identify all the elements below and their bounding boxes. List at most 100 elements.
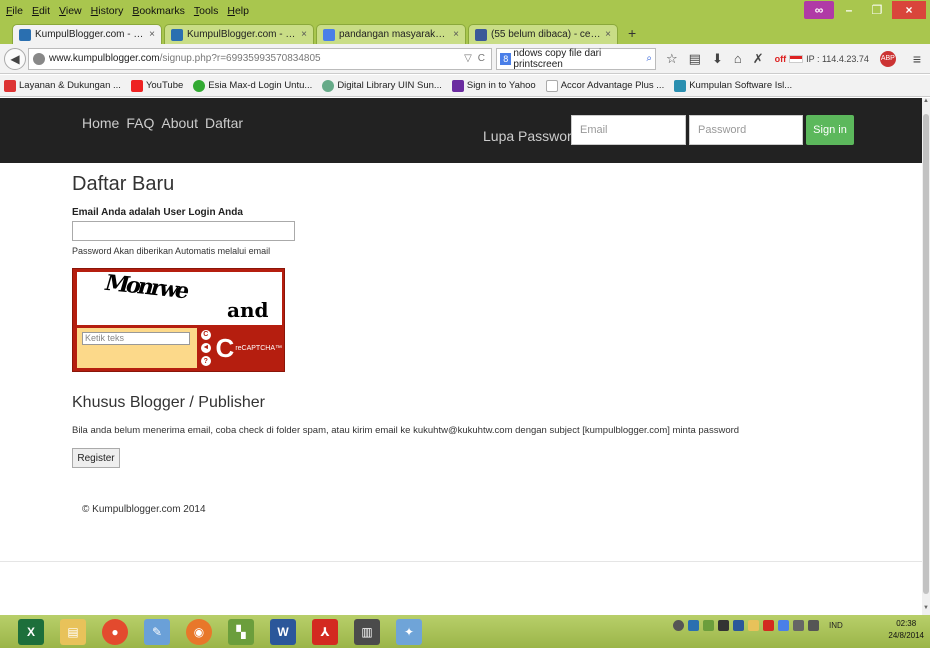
pdf-icon[interactable]: ⅄: [312, 618, 338, 645]
tab-pandangan[interactable]: pandangan masyarakat ten... ×: [316, 24, 466, 44]
project-icon[interactable]: ▚: [228, 618, 254, 645]
bookmarks-menu-icon[interactable]: ▤: [689, 51, 701, 67]
downloads-icon[interactable]: ⬇: [712, 51, 723, 67]
tab-strip: KumpulBlogger.com - Jari... × KumpulBlog…: [0, 22, 930, 44]
email-label: Email Anda adalah User Login Anda: [72, 207, 243, 218]
tab-kumpulblogger-1[interactable]: KumpulBlogger.com - Jari... ×: [12, 24, 162, 44]
captcha-help-icon[interactable]: ?: [200, 356, 211, 367]
kumpulan-software-icon: [674, 79, 687, 92]
tab-label: pandangan masyarakat ten...: [339, 29, 450, 40]
menu-bookmarks[interactable]: Bookmarks: [132, 5, 185, 17]
bookmark-kumpulan-software[interactable]: Kumpulan Software Isl...: [674, 79, 793, 92]
mustache-icon[interactable]: ∞: [804, 1, 834, 19]
bookmark-yahoo[interactable]: Sign in to Yahoo: [451, 79, 536, 92]
kumpulblogger-favicon-icon: [19, 28, 31, 41]
menu-edit[interactable]: Edit: [32, 5, 50, 17]
tray-app-icon[interactable]: [718, 620, 729, 631]
site-identity-icon[interactable]: [33, 52, 45, 65]
bookmark-label: YouTube: [145, 80, 184, 91]
google-search-engine-icon[interactable]: 8: [500, 52, 512, 65]
tab-close-icon[interactable]: ×: [149, 29, 155, 40]
copyright: © Kumpulblogger.com 2014: [82, 504, 206, 515]
bookmark-esia[interactable]: Esia Max-d Login Untu...: [193, 79, 312, 92]
captcha-reload-icon[interactable]: C: [200, 329, 211, 340]
lupa-password-link[interactable]: Lupa Password: [483, 128, 580, 144]
password-note: Password Akan diberikan Automatis melalu…: [72, 246, 271, 256]
nav-about[interactable]: About: [161, 115, 198, 131]
home-icon[interactable]: ⌂: [734, 51, 742, 66]
reader-icon[interactable]: ▥: [354, 618, 380, 645]
page-icon: [545, 79, 558, 92]
scroll-up-icon[interactable]: ▲: [922, 98, 930, 108]
tab-close-icon[interactable]: ×: [605, 29, 611, 40]
menu-bar: File Edit View History Bookmarks Tools H…: [0, 5, 249, 17]
tray-app-icon[interactable]: [748, 620, 759, 631]
close-window-button[interactable]: ×: [892, 1, 926, 19]
menu-help[interactable]: Help: [227, 5, 249, 17]
scroll-down-icon[interactable]: ▼: [922, 605, 930, 615]
tray-signal-icon[interactable]: [793, 620, 804, 631]
search-icon[interactable]: ⌕: [646, 53, 655, 64]
nav-home[interactable]: Home: [82, 115, 119, 131]
word-icon[interactable]: W: [270, 618, 296, 645]
menu-view[interactable]: View: [59, 5, 82, 17]
url-bar[interactable]: www.kumpulblogger.com/signup.php?r=69935…: [28, 47, 492, 70]
bookmark-star-icon[interactable]: ☆: [666, 51, 678, 67]
bookmark-label: Kumpulan Software Isl...: [689, 80, 793, 91]
tray-app-icon[interactable]: [688, 620, 699, 631]
page-scrollbar[interactable]: ▲ ▼: [922, 98, 930, 615]
nav-daftar[interactable]: Daftar: [205, 115, 243, 131]
title-bar: File Edit View History Bookmarks Tools H…: [0, 0, 930, 22]
paint-palette-icon[interactable]: ✦: [396, 618, 422, 645]
bookmark-youtube[interactable]: YouTube: [130, 79, 184, 92]
xmarks-icon[interactable]: ✗: [753, 51, 764, 67]
dropdown-arrow-icon[interactable]: ▽: [464, 53, 472, 64]
menu-history[interactable]: History: [91, 5, 124, 17]
tab-close-icon[interactable]: ×: [301, 29, 307, 40]
tray-volume-icon[interactable]: [808, 620, 819, 631]
page-title: Daftar Baru: [72, 173, 175, 195]
tab-mail[interactable]: (55 belum dibaca) - celekb... ×: [468, 24, 618, 44]
tray-app-icon[interactable]: [763, 620, 774, 631]
captcha-audio-icon[interactable]: ◄: [200, 342, 211, 353]
tab-close-icon[interactable]: ×: [453, 29, 459, 40]
tray-network-icon[interactable]: [673, 620, 684, 631]
search-bar[interactable]: 8 ndows copy file dari printscreen ⌕: [496, 47, 656, 70]
menu-file[interactable]: File: [6, 5, 23, 17]
paint-icon[interactable]: ✎: [144, 618, 170, 645]
menu-tools[interactable]: Tools: [194, 5, 219, 17]
header-email-input[interactable]: Email: [571, 115, 686, 145]
file-explorer-icon[interactable]: ▤: [60, 618, 86, 645]
adblock-plus-icon[interactable]: ABP: [879, 50, 896, 67]
bookmark-digital-library[interactable]: Digital Library UIN Sun...: [322, 79, 442, 92]
captcha-input[interactable]: Ketik teks: [82, 332, 190, 345]
nav-faq[interactable]: FAQ: [126, 115, 154, 131]
sign-in-button[interactable]: Sign in: [806, 115, 854, 145]
search-input[interactable]: ndows copy file dari printscreen: [513, 48, 646, 70]
new-tab-button[interactable]: +: [620, 25, 644, 44]
chrome-icon[interactable]: ●: [102, 618, 128, 645]
taskbar-clock[interactable]: 02:38 24/8/2014: [888, 618, 924, 642]
back-button[interactable]: ◀: [4, 47, 26, 70]
firefox-icon[interactable]: ◉: [186, 618, 212, 645]
tray-app-icon[interactable]: [703, 620, 714, 631]
tray-app-icon[interactable]: [778, 620, 789, 631]
tray-language[interactable]: IND: [829, 621, 843, 630]
tray-app-icon[interactable]: [733, 620, 744, 631]
reload-icon[interactable]: C: [478, 53, 485, 64]
excel-icon[interactable]: X: [18, 618, 44, 645]
captcha-input-area: Ketik teks: [77, 328, 198, 368]
bookmark-layanan[interactable]: Layanan & Dukungan ...: [4, 79, 121, 92]
register-button[interactable]: Register: [72, 448, 120, 468]
url-host: www.kumpulblogger.com: [49, 53, 160, 64]
minimize-button[interactable]: –: [836, 1, 862, 19]
hamburger-menu-icon[interactable]: ≡: [913, 51, 921, 67]
window-controls: ∞ – ❐ ×: [804, 1, 926, 19]
bookmark-accor[interactable]: Accor Advantage Plus ...: [545, 79, 664, 92]
email-field[interactable]: [72, 221, 295, 241]
scroll-thumb[interactable]: [923, 114, 929, 594]
tab-kumpulblogger-2[interactable]: KumpulBlogger.com - Jari... ×: [164, 24, 314, 44]
ip-info[interactable]: off IP : 114.4.23.74: [775, 54, 869, 64]
restore-button[interactable]: ❐: [864, 1, 890, 19]
header-password-input[interactable]: Password: [689, 115, 803, 145]
